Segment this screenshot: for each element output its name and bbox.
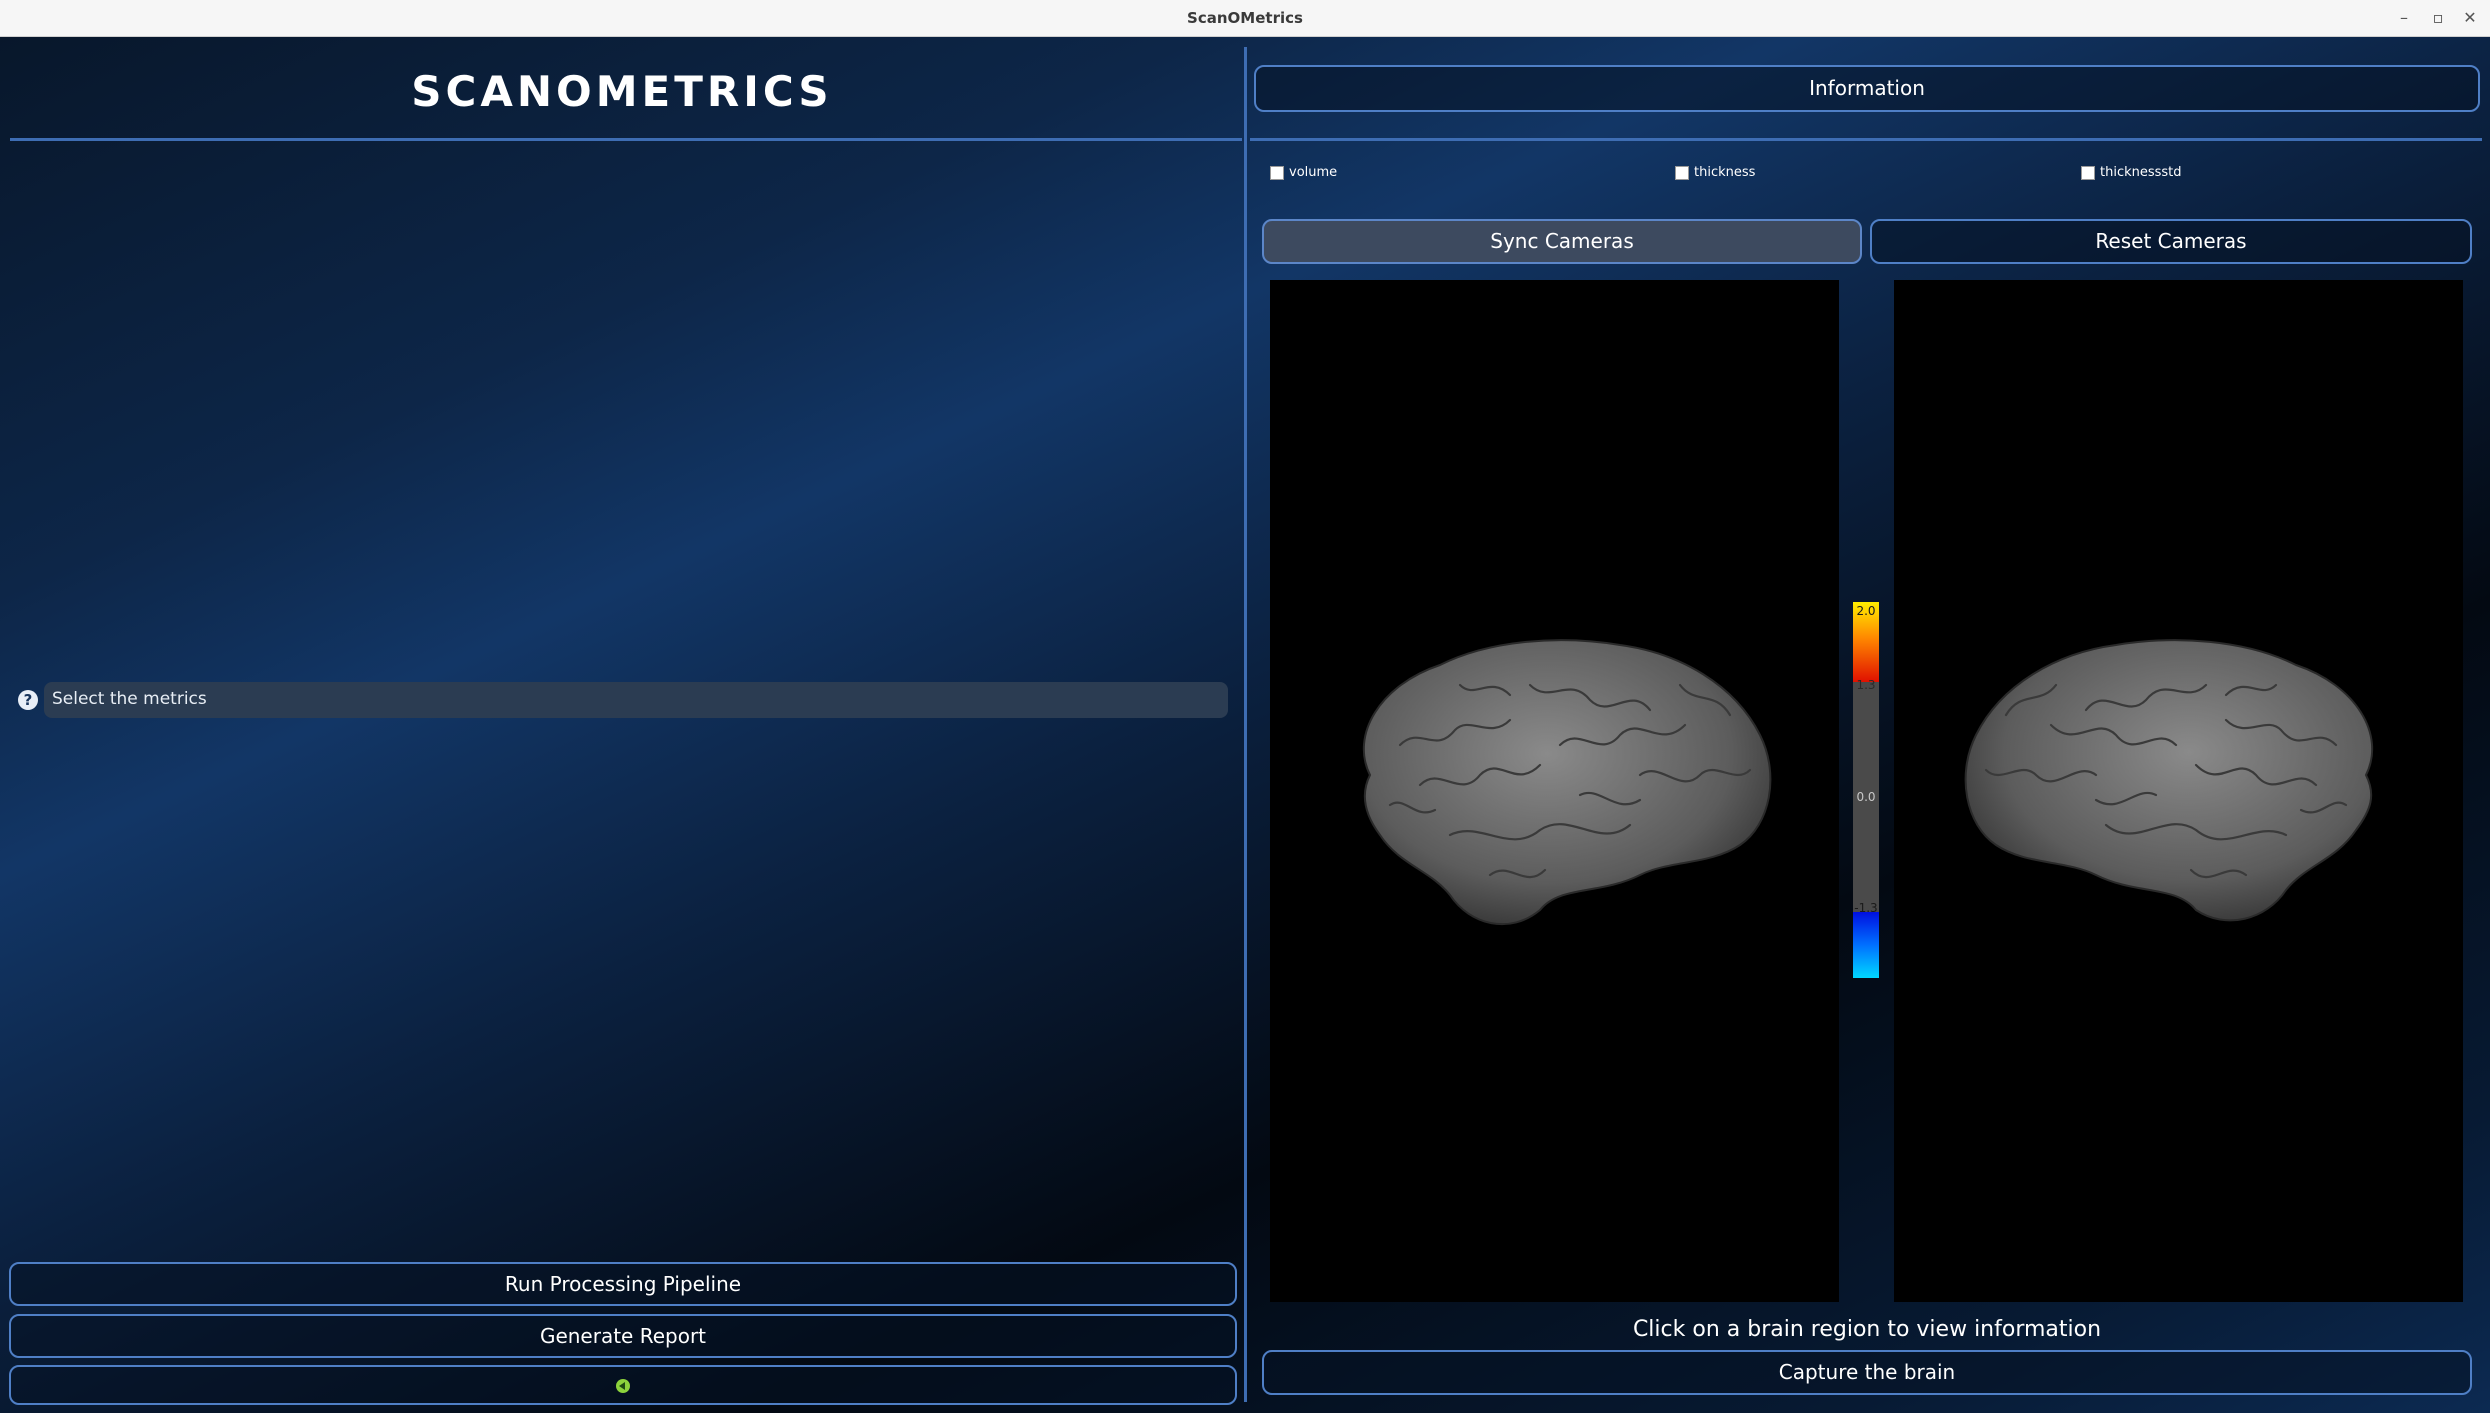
app-window: SCANOMETRICS ? Select the metrics Run Pr…	[0, 37, 2490, 1413]
app-title: SCANOMETRICS	[411, 67, 833, 116]
metric-selector-row: ? Select the metrics	[16, 682, 1230, 718]
left-panel: SCANOMETRICS ? Select the metrics Run Pr…	[0, 37, 1244, 1413]
back-arrow-icon	[616, 1378, 630, 1393]
window-titlebar: ScanOMetrics – ▫ ✕	[0, 0, 2490, 37]
colorbar-negative	[1853, 912, 1879, 978]
right-brain-model[interactable]	[1956, 625, 2396, 935]
checkbox-box[interactable]	[1270, 165, 1284, 180]
left-hemisphere-viewer[interactable]	[1270, 280, 1839, 1302]
panel-divider	[1244, 47, 1247, 1402]
colorbar: 2.0 1.3 0.0 -1.3	[1853, 602, 1879, 978]
run-pipeline-button[interactable]: Run Processing Pipeline	[9, 1262, 1237, 1306]
colorbar-tick: 1.3	[1856, 678, 1876, 692]
generate-report-button[interactable]: Generate Report	[9, 1314, 1237, 1358]
metrics-selector[interactable]: Select the metrics	[44, 682, 1228, 718]
reset-cameras-button[interactable]: Reset Cameras	[1870, 219, 2472, 264]
metric-checkbox-group: volume thickness thicknessstd	[1270, 165, 2470, 187]
right-divider	[1250, 138, 2482, 141]
checkbox-label: thickness	[1694, 165, 1756, 180]
sync-cameras-button[interactable]: Sync Cameras	[1262, 219, 1862, 264]
colorbar-tick: 0.0	[1856, 790, 1876, 804]
information-button[interactable]: Information	[1254, 65, 2480, 112]
checkbox-volume[interactable]: volume	[1270, 165, 1337, 187]
checkbox-box[interactable]	[1675, 165, 1689, 180]
checkbox-label: thicknessstd	[2100, 165, 2182, 180]
restore-button[interactable]: ▫	[2426, 6, 2450, 30]
help-icon[interactable]: ?	[18, 690, 38, 710]
capture-brain-button[interactable]: Capture the brain	[1262, 1350, 2472, 1395]
region-info-message: Click on a brain region to view informat…	[1632, 1317, 2102, 1342]
right-hemisphere-viewer[interactable]	[1894, 280, 2463, 1302]
checkbox-thicknessstd[interactable]: thicknessstd	[2081, 165, 2182, 187]
close-button[interactable]: ✕	[2458, 6, 2482, 30]
left-brain-model[interactable]	[1340, 625, 1780, 935]
window-title: ScanOMetrics	[1187, 9, 1303, 27]
left-divider	[10, 138, 1242, 141]
minimize-button[interactable]: –	[2392, 6, 2416, 30]
back-button[interactable]	[9, 1365, 1237, 1405]
checkbox-box[interactable]	[2081, 165, 2095, 180]
checkbox-label: volume	[1289, 165, 1338, 180]
colorbar-tick: 2.0	[1856, 604, 1876, 618]
checkbox-thickness[interactable]: thickness	[1675, 165, 1755, 187]
colorbar-tick: -1.3	[1854, 901, 1878, 915]
